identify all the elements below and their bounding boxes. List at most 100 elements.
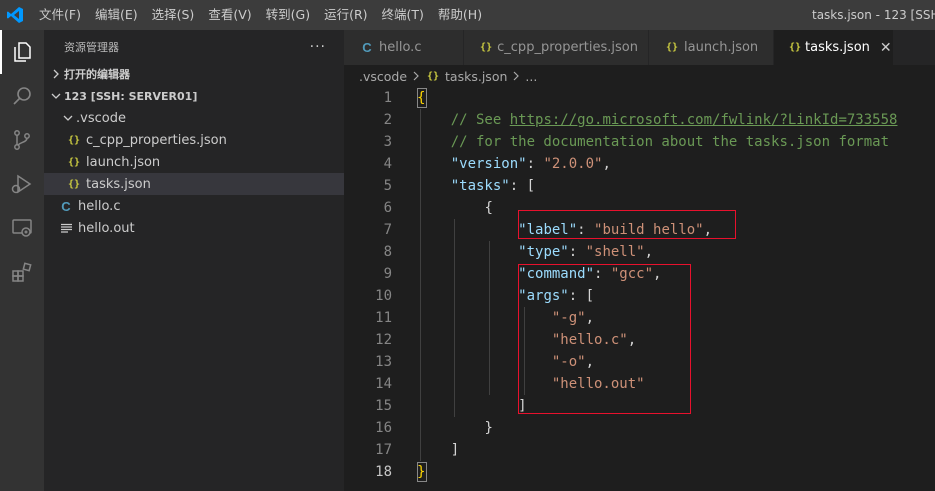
json-icon: {} xyxy=(427,70,440,82)
sidebar-title: 资源管理器 xyxy=(64,40,119,54)
tree-item-label: launch.json xyxy=(86,154,161,170)
breadcrumb-file[interactable]: tasks.json xyxy=(445,69,507,84)
comment-link[interactable]: https://go.microsoft.com/fwlink/?LinkId=… xyxy=(510,112,898,128)
run-debug-icon[interactable] xyxy=(0,162,44,206)
menu-bar: 文件(F) 编辑(E) 选择(S) 查看(V) 转到(G) 运行(R) 终端(T… xyxy=(32,0,489,30)
close-icon[interactable]: ✕ xyxy=(880,40,892,56)
vscode-logo-icon[interactable] xyxy=(0,0,30,30)
workspace-section[interactable]: 123 [SSH: SERVER01] xyxy=(44,85,344,107)
tree-folder-vscode[interactable]: .vscode xyxy=(44,107,344,129)
line-number: 3 xyxy=(383,134,392,150)
json-icon: {} xyxy=(480,42,493,53)
code-line: ] xyxy=(417,439,897,461)
open-editors-label: 打开的编辑器 xyxy=(64,68,130,81)
tree-item-label: hello.c xyxy=(78,198,121,214)
menu-file[interactable]: 文件(F) xyxy=(32,0,88,30)
token-brace: { xyxy=(484,200,493,216)
token-key: "version" xyxy=(450,156,527,172)
chevron-down-icon xyxy=(60,113,76,123)
token-comment: // See xyxy=(450,112,510,128)
json-icon: {} xyxy=(67,134,81,146)
workspace-label: 123 [SSH: SERVER01] xyxy=(64,89,198,103)
tree-file-hello-out[interactable]: hello.out xyxy=(44,217,344,239)
menu-view[interactable]: 查看(V) xyxy=(201,0,258,30)
title-bar: 文件(F) 编辑(E) 选择(S) 查看(V) 转到(G) 运行(R) 终端(T… xyxy=(0,0,935,30)
code-line: { xyxy=(417,87,897,109)
tree-item-label: tasks.json xyxy=(86,176,151,192)
tree-item-label: c_cpp_properties.json xyxy=(86,132,227,148)
tree-item-label: .vscode xyxy=(76,110,126,126)
menu-terminal[interactable]: 终端(T) xyxy=(375,0,431,30)
chevron-right-icon xyxy=(512,69,520,84)
token-key: "tasks" xyxy=(450,178,510,194)
json-icon: {} xyxy=(665,42,679,53)
code-line: } xyxy=(417,417,897,439)
editor-tabs: C hello.c {} c_cpp_properties.json {} la… xyxy=(344,30,935,65)
line-number: 11 xyxy=(375,310,392,326)
menu-run[interactable]: 运行(R) xyxy=(317,0,374,30)
remote-explorer-icon[interactable] xyxy=(0,206,44,250)
line-number: 12 xyxy=(375,332,392,348)
explorer-icon[interactable] xyxy=(0,30,44,74)
sidebar-header: 资源管理器 ··· xyxy=(44,30,344,63)
line-number: 5 xyxy=(383,178,392,194)
token-string: "shell" xyxy=(585,244,645,260)
annotation-box-label xyxy=(518,210,736,239)
token-string: "2.0.0" xyxy=(543,156,603,172)
tab-tasks[interactable]: {} tasks.json ✕ xyxy=(774,30,894,65)
explorer-sidebar: 资源管理器 ··· 打开的编辑器 123 [SSH: SERVER01] .vs… xyxy=(44,30,344,491)
tree-file-c-cpp-properties[interactable]: {} c_cpp_properties.json xyxy=(44,129,344,151)
token-key: "type" xyxy=(518,244,569,260)
line-number: 13 xyxy=(375,354,392,370)
breadcrumb-ellipsis[interactable]: ... xyxy=(525,69,537,84)
code-line: "tasks": [ xyxy=(450,178,536,194)
annotation-box-command-args xyxy=(518,264,691,414)
open-editors-section[interactable]: 打开的编辑器 xyxy=(44,63,344,85)
json-icon: {} xyxy=(789,42,802,53)
menu-selection[interactable]: 选择(S) xyxy=(145,0,202,30)
chevron-right-icon xyxy=(48,69,64,79)
file-lines-icon xyxy=(58,223,74,233)
tab-c-cpp-properties[interactable]: {} c_cpp_properties.json xyxy=(464,30,649,65)
activity-bar xyxy=(0,30,44,491)
token-bracket: [ xyxy=(526,178,536,194)
menu-help[interactable]: 帮助(H) xyxy=(431,0,489,30)
tab-hello-c[interactable]: C hello.c xyxy=(344,30,464,65)
search-icon[interactable] xyxy=(0,74,44,118)
extensions-icon[interactable] xyxy=(0,250,44,294)
line-number: 15 xyxy=(375,398,392,414)
tree-file-launch[interactable]: {} launch.json xyxy=(44,151,344,173)
tab-label: tasks.json xyxy=(805,40,870,55)
breadcrumb-folder[interactable]: .vscode xyxy=(359,69,407,84)
token-comment: // for the documentation about the tasks… xyxy=(450,134,890,150)
tab-label: hello.c xyxy=(379,40,422,55)
line-number: 8 xyxy=(383,244,392,260)
menu-edit[interactable]: 编辑(E) xyxy=(88,0,145,30)
tree-file-hello-c[interactable]: C hello.c xyxy=(44,195,344,217)
line-number: 17 xyxy=(375,442,392,458)
token-bracket: ] xyxy=(450,442,460,458)
window-title: tasks.json - 123 [SSH: SERVER01] xyxy=(812,8,935,22)
line-number: 6 xyxy=(383,200,392,216)
c-file-icon: C xyxy=(362,40,372,55)
code-line: // See https://go.microsoft.com/fwlink/?… xyxy=(417,109,898,131)
tab-launch[interactable]: {} launch.json xyxy=(649,30,774,65)
code-editor[interactable]: 1 2 3 4 5 6 7 8 9 10 11 12 13 14 15 16 1… xyxy=(344,87,935,491)
line-number: 14 xyxy=(375,376,392,392)
json-icon: {} xyxy=(67,156,81,168)
breadcrumb: .vscode {} tasks.json ... xyxy=(344,65,935,87)
tab-label: launch.json xyxy=(684,40,759,55)
code-line: "type": "shell", xyxy=(518,244,654,260)
tab-label: c_cpp_properties.json xyxy=(497,40,638,55)
token-brace: } xyxy=(484,420,493,436)
source-control-icon[interactable] xyxy=(0,118,44,162)
menu-go[interactable]: 转到(G) xyxy=(259,0,317,30)
line-number-gutter: 1 2 3 4 5 6 7 8 9 10 11 12 13 14 15 16 1… xyxy=(344,87,392,483)
tree-file-tasks[interactable]: {} tasks.json xyxy=(44,173,344,195)
line-number: 1 xyxy=(383,90,392,106)
line-number: 4 xyxy=(383,156,392,172)
line-number: 7 xyxy=(383,222,392,238)
line-number: 16 xyxy=(375,420,392,436)
chevron-right-icon xyxy=(412,69,420,84)
more-actions-icon[interactable]: ··· xyxy=(310,39,326,55)
